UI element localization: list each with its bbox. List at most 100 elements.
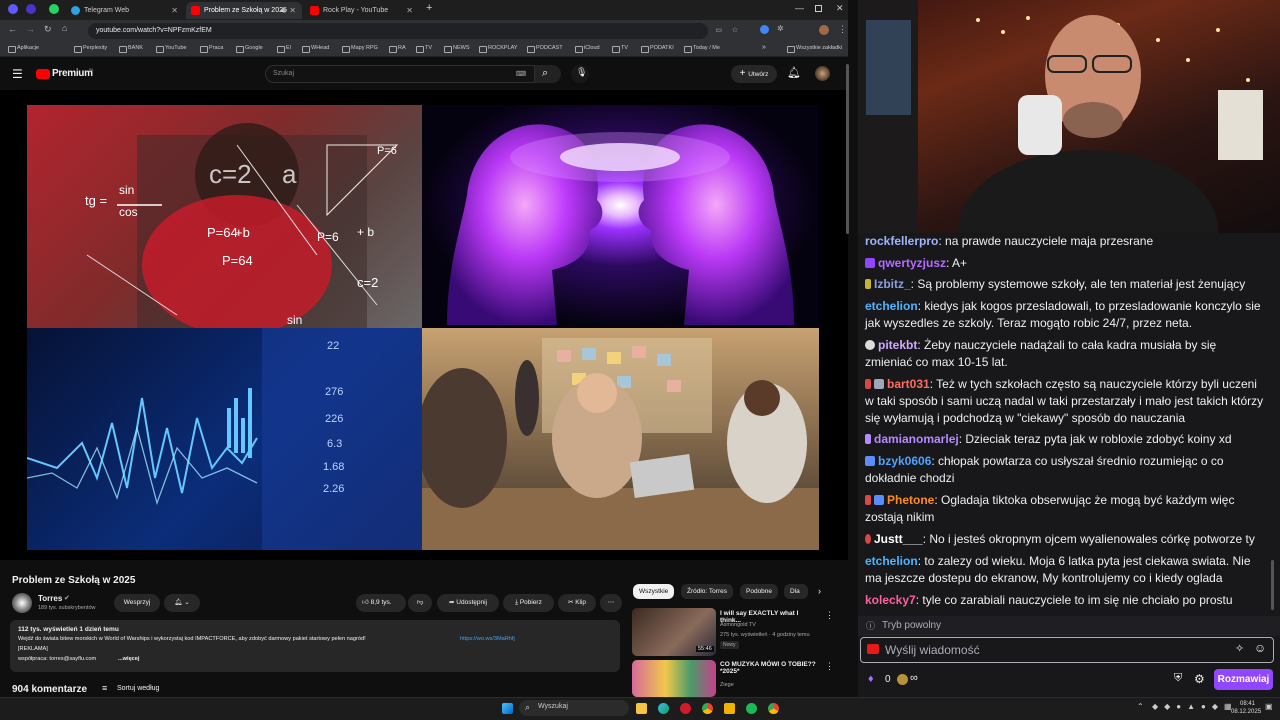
close-window-button[interactable]: ✕ (836, 3, 844, 14)
spotify-icon[interactable] (746, 703, 757, 714)
sparkle-icon[interactable]: ✧ (1235, 642, 1244, 655)
chrome-icon[interactable] (702, 703, 713, 714)
extension-icon[interactable] (26, 4, 36, 14)
more-bookmarks-icon[interactable]: » (762, 44, 766, 51)
sort-button[interactable]: Sortuj według (117, 685, 159, 692)
bookmark-item[interactable]: Google (236, 45, 263, 53)
opera-icon[interactable] (680, 703, 691, 714)
recommended-title[interactable]: CO MUZYKA MÓWI O TOBIE?? *2025* (720, 661, 820, 675)
dislike-button[interactable]: 👎︎ (408, 594, 432, 612)
puzzle-icon[interactable]: ✲ (777, 24, 784, 33)
bookmark-item[interactable]: TV (416, 45, 432, 53)
clock-date[interactable]: 08.12.2025 (1231, 709, 1261, 715)
chat-input[interactable]: Wyślij wiadomość ✧ ☺ (860, 637, 1274, 663)
chip-all[interactable]: Wszystkie (633, 584, 675, 599)
close-tab-icon[interactable]: ✕ (171, 2, 178, 19)
new-tab-button[interactable]: + (426, 2, 432, 14)
tray-chevron-icon[interactable]: ⌃ (1137, 702, 1144, 711)
chevron-right-icon[interactable]: › (818, 586, 821, 596)
chrome-active-icon[interactable] (768, 703, 779, 714)
close-tab-icon[interactable]: ✕ (289, 2, 296, 19)
tab-youtube-active[interactable]: Problem ze Szkołą w 2025 🔊︎ ✕ (186, 2, 302, 19)
cast-icon[interactable]: ▭ (715, 23, 722, 39)
more-actions-button[interactable]: ⋯ (600, 594, 622, 612)
download-button[interactable]: ⤓ Pobierz (503, 594, 554, 612)
url-bar[interactable]: youtube.com/watch?v=NPFzmKzfEM ▭ ☆ (88, 23, 738, 39)
chat-username[interactable]: etchelion (865, 554, 918, 568)
settings-gear-icon[interactable]: ⚙ (1194, 672, 1205, 686)
file-explorer-icon[interactable] (636, 703, 647, 714)
shield-icon[interactable]: ⛨ (1174, 672, 1182, 685)
home-icon[interactable]: ⌂ (62, 23, 67, 33)
windows-start-icon[interactable] (502, 703, 513, 714)
more-icon[interactable]: ⋮ (825, 661, 834, 672)
keyboard-icon[interactable]: ⌨ (516, 70, 526, 78)
bookmark-item[interactable]: WHead (302, 45, 329, 53)
bookmark-item[interactable]: PODCAST (527, 45, 563, 53)
bookmark-item[interactable]: Perplexity (74, 45, 107, 53)
chat-username[interactable]: qwertyzjusz (878, 256, 946, 270)
more-icon[interactable]: ⋮ (825, 610, 834, 621)
chat-username[interactable]: kolecky7 (865, 593, 916, 607)
taskbar-search[interactable]: ⌕ Wyszukaj (519, 700, 629, 716)
recommended-thumbnail[interactable] (632, 660, 716, 697)
tab-rock-play[interactable]: Rock Play - YouTube ✕ (305, 2, 419, 19)
bookmark-item[interactable]: El (277, 45, 291, 53)
clock-time[interactable]: 08:41 (1240, 701, 1255, 707)
support-button[interactable]: Wesprzyj (114, 594, 160, 612)
bookmark-item[interactable]: Mapy RPG (342, 45, 378, 53)
chat-username[interactable]: Izbitz_ (874, 277, 911, 291)
chat-username[interactable]: rockfellerpro (865, 234, 938, 248)
notifications-bell-icon[interactable]: 🔔︎ (787, 66, 801, 79)
bookmark-item[interactable]: Today / Me (684, 45, 720, 53)
close-tab-icon[interactable]: ✕ (406, 2, 413, 19)
youtube-logo-icon[interactable] (36, 69, 50, 79)
tab-telegram[interactable]: Telegram Web ✕ (66, 2, 184, 19)
bookmark-item[interactable]: ROCKPLAY (479, 45, 518, 53)
share-button[interactable]: ➦ Udostępnij (437, 594, 499, 612)
bookmark-item[interactable]: NEWS (444, 45, 470, 53)
minimize-button[interactable]: — (795, 3, 804, 13)
bookmark-item[interactable]: TV (612, 45, 628, 53)
clip-button[interactable]: ✂ Klip (558, 594, 596, 612)
maximize-button[interactable] (815, 5, 822, 12)
star-icon[interactable]: ☆ (732, 23, 738, 39)
show-more-link[interactable]: ...więcej (118, 656, 139, 662)
bookmark-item[interactable]: PODATKI (641, 45, 674, 53)
forward-icon[interactable]: → (26, 24, 35, 34)
chat-username[interactable]: pitekbt (878, 338, 917, 352)
reload-icon[interactable]: ↻ (44, 24, 52, 35)
search-button[interactable]: ⌕ (535, 65, 561, 83)
subscribe-bell-button[interactable]: 🔔︎ ⌄ (164, 594, 200, 612)
back-icon[interactable]: ← (8, 24, 17, 34)
emote-icon[interactable]: ☺ (1254, 641, 1266, 655)
create-button[interactable]: + Utwórz (731, 65, 777, 83)
avatar[interactable] (815, 66, 830, 81)
bookmark-item[interactable]: BANK (119, 45, 143, 53)
chat-username[interactable]: damianomarlej (874, 432, 959, 446)
chip-similar[interactable]: Podobne (740, 584, 779, 599)
like-button[interactable]: 👍︎ 8,9 tys. (356, 594, 406, 612)
chat-username[interactable]: Justt___ (874, 532, 923, 546)
channel-points-icon[interactable] (897, 674, 908, 685)
chip-source[interactable]: Źródło: Torres (681, 584, 733, 599)
edge-icon[interactable] (658, 703, 669, 714)
chat-scrollbar[interactable] (1271, 560, 1274, 610)
chat-send-button[interactable]: Rozmawiaj (1214, 669, 1273, 690)
description-link[interactable]: https://wo.ws/3MaRhfj (460, 636, 515, 642)
notification-icon[interactable]: ▣ (1265, 702, 1273, 711)
chip-for-you[interactable]: Dla C (784, 584, 808, 599)
profile-icon[interactable] (8, 4, 18, 14)
bookmark-item[interactable]: YouTube (156, 45, 187, 53)
speaker-icon[interactable]: 🔊︎ (281, 2, 286, 19)
voice-search-button[interactable]: 🎙︎ (571, 65, 589, 83)
channel-avatar[interactable] (12, 593, 32, 613)
bookmark-item[interactable]: RA (389, 45, 406, 53)
chat-username[interactable]: Phetone (887, 493, 934, 507)
sort-icon[interactable]: ≡ (102, 683, 107, 693)
bookmark-item[interactable]: iCloud (575, 45, 600, 53)
whatsapp-icon[interactable] (49, 4, 59, 14)
chat-username[interactable]: bzyk0606 (878, 454, 931, 468)
notes-icon[interactable] (724, 703, 735, 714)
channel-name[interactable]: Torres (38, 594, 62, 603)
